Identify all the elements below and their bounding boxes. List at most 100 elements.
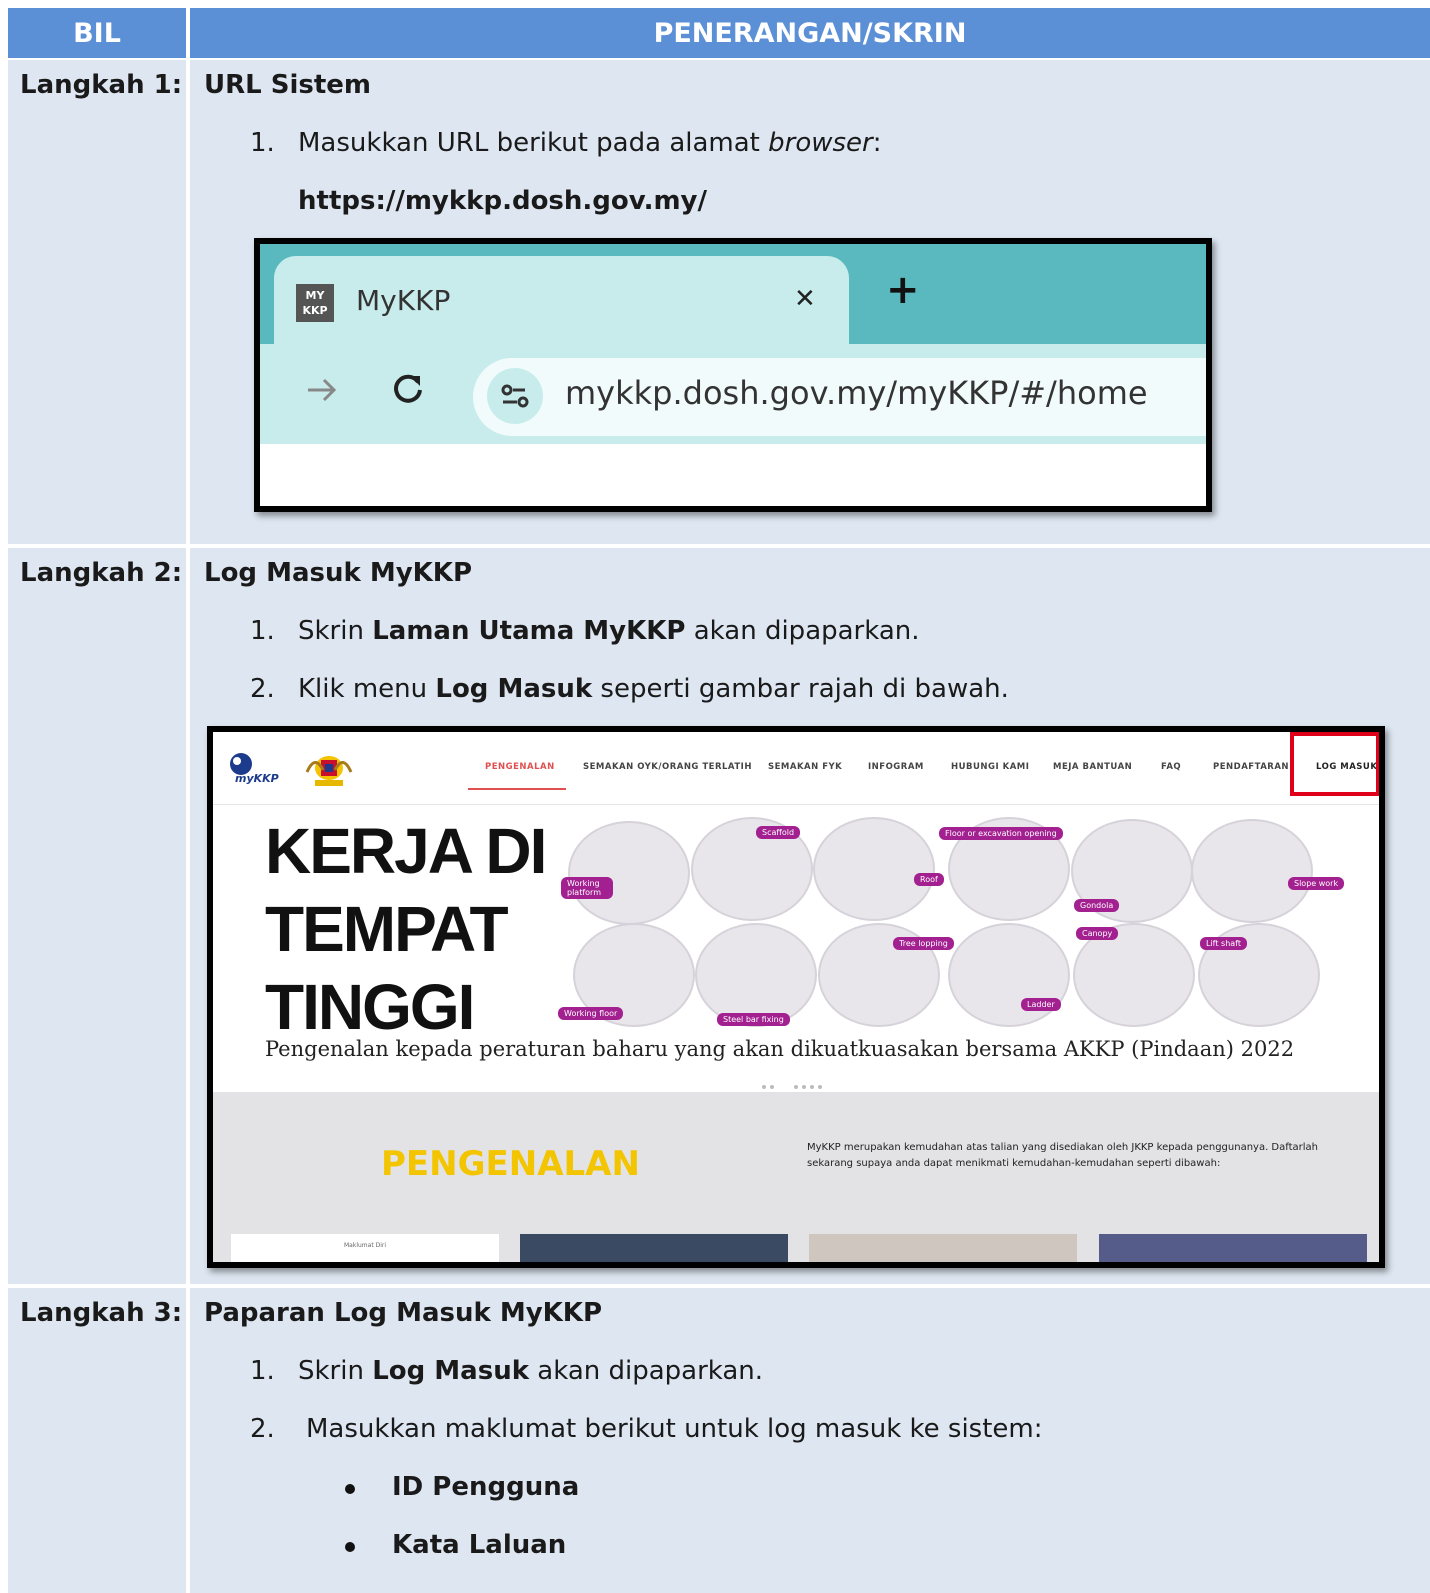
step1-item1-suffix: :: [872, 128, 882, 158]
step3-content-cell: Paparan Log Masuk MyKKP 1. Skrin Log Mas…: [190, 1288, 1430, 1593]
carousel-dots[interactable]: [761, 1075, 841, 1089]
site-settings-icon[interactable]: [487, 368, 543, 424]
banner-line-2: TEMPAT: [265, 893, 509, 965]
mykkp-favicon: MY KKP: [296, 284, 334, 322]
step1-item1-text: Masukkan URL berikut pada alamat browser…: [298, 128, 882, 158]
mykkp-homepage-screenshot: myKKP PENGENALAN SEMAKAN OYK/ORANG TERLA…: [207, 726, 1385, 1268]
url-field[interactable]: mykkp.dosh.gov.my/myKKP/#/home: [473, 358, 1206, 436]
logo-text: myKKP: [235, 772, 279, 785]
tag-ladder: Ladder: [1021, 998, 1061, 1011]
step3-label: Langkah 3:: [20, 1298, 183, 1328]
illustration-circle: [813, 817, 935, 921]
step2-item1-post: akan dipaparkan.: [685, 616, 920, 646]
tag-working-platform: Working platform: [561, 877, 613, 899]
step2-item2-number: 2.: [250, 674, 275, 704]
step1-title: URL Sistem: [204, 70, 372, 100]
pengenalan-section: PENGENALAN MyKKP merupakan kemudahan ata…: [213, 1092, 1379, 1262]
jata-negara-logo: [301, 750, 357, 790]
browser-address-bar: mykkp.dosh.gov.my/myKKP/#/home: [260, 344, 1206, 444]
banner: KERJA DI TEMPAT TINGGI Working platform …: [213, 805, 1379, 1090]
step3-item1-post: akan dipaparkan.: [529, 1356, 764, 1386]
step3-label-cell: Langkah 3:: [8, 1288, 186, 1593]
tag-lift-shaft: Lift shaft: [1200, 937, 1247, 950]
step3-title: Paparan Log Masuk MyKKP: [204, 1298, 602, 1328]
step3-item1-number: 1.: [250, 1356, 275, 1386]
tag-floor-opening: Floor or excavation opening: [939, 827, 1063, 840]
illustration-circle: [1191, 819, 1313, 923]
step1-label: Langkah 1:: [20, 70, 183, 100]
tag-roof: Roof: [914, 873, 944, 886]
tag-steel-bar-fixing: Steel bar fixing: [717, 1013, 790, 1026]
bullet-id-pengguna: ID Pengguna: [392, 1472, 580, 1502]
step2-item1-bold: Laman Utama MyKKP: [372, 616, 686, 646]
step2-title: Log Masuk MyKKP: [204, 558, 473, 588]
favicon-line2: KKP: [302, 304, 328, 317]
step1-label-cell: Langkah 1:: [8, 60, 186, 544]
nav-hubungi-kami[interactable]: HUBUNGI KAMI: [951, 762, 1029, 772]
bullet-dot: [345, 1542, 355, 1552]
tag-slope-work: Slope work: [1288, 877, 1345, 890]
feature-card[interactable]: [520, 1234, 788, 1262]
step1-item1-prefix: Masukkan URL berikut pada alamat: [298, 128, 769, 158]
step3-item2-text: Masukkan maklumat berikut untuk log masu…: [306, 1414, 1043, 1444]
step2-item1-pre: Skrin: [298, 616, 373, 646]
nav-semakan-fyk[interactable]: SEMAKAN FYK: [768, 762, 842, 772]
step2-item2-post: seperti gambar rajah di bawah.: [592, 674, 1009, 704]
step2-item2-bold: Log Masuk: [435, 674, 593, 704]
step2-item2-pre: Klik menu: [298, 674, 436, 704]
card-title: Maklumat Diri: [344, 1242, 386, 1249]
banner-line-1: KERJA DI: [265, 815, 547, 887]
nav-pengenalan[interactable]: PENGENALAN: [485, 762, 555, 772]
step3-item1-pre: Skrin: [298, 1356, 373, 1386]
feature-card[interactable]: [1099, 1234, 1367, 1262]
site-navbar: myKKP PENGENALAN SEMAKAN OYK/ORANG TERLA…: [213, 732, 1379, 805]
favicon-line1: MY: [305, 289, 325, 302]
tag-gondola: Gondola: [1074, 899, 1120, 912]
banner-line-3: TINGGI: [265, 971, 475, 1043]
reload-icon[interactable]: [388, 368, 428, 408]
nav-active-underline: [468, 788, 566, 790]
step3-item1-bold: Log Masuk: [372, 1356, 530, 1386]
step2-item1-text: Skrin Laman Utama MyKKP akan dipaparkan.: [298, 616, 920, 646]
tag-scaffold: Scaffold: [756, 826, 801, 839]
nav-infogram[interactable]: INFOGRAM: [868, 762, 924, 772]
log-masuk-highlight-box: [1290, 732, 1379, 796]
browser-screenshot: MY KKP MyKKP ✕ + mykkp.dosh.gov.my/myKKP…: [254, 238, 1212, 512]
bullet-kata-laluan: Kata Laluan: [392, 1530, 567, 1560]
step1-item1-number: 1.: [250, 128, 275, 158]
step2-label: Langkah 2:: [20, 558, 183, 588]
step1-url[interactable]: https://mykkp.dosh.gov.my/: [298, 186, 707, 216]
nav-faq[interactable]: FAQ: [1161, 762, 1181, 772]
header-bil: BIL: [8, 8, 186, 58]
step1-item1-italic: browser: [768, 128, 873, 158]
browser-tab-bar: MY KKP MyKKP ✕ +: [260, 244, 1206, 356]
illustration-circle: [695, 923, 817, 1027]
nav-meja-bantuan[interactable]: MEJA BANTUAN: [1053, 762, 1132, 772]
url-text: mykkp.dosh.gov.my/myKKP/#/home: [565, 374, 1148, 412]
section-title: PENGENALAN: [381, 1144, 640, 1184]
step2-item1-number: 1.: [250, 616, 275, 646]
step2-label-cell: Langkah 2:: [8, 548, 186, 1284]
section-text: MyKKP merupakan kemudahan atas talian ya…: [807, 1142, 1319, 1169]
header-penerangan: PENERANGAN/SKRIN: [190, 8, 1430, 58]
browser-tab[interactable]: MY KKP MyKKP ✕: [274, 256, 849, 356]
new-tab-icon[interactable]: +: [886, 270, 920, 310]
feature-card[interactable]: [809, 1234, 1077, 1262]
close-tab-icon[interactable]: ✕: [794, 284, 816, 314]
step3-item2-number: 2.: [250, 1414, 275, 1444]
illustration-circle: [948, 923, 1070, 1027]
banner-caption: Pengenalan kepada peraturan baharu yang …: [265, 1037, 1295, 1061]
forward-arrow-icon[interactable]: [302, 370, 342, 410]
illustration-circle: [568, 821, 690, 925]
step2-item2-text: Klik menu Log Masuk seperti gambar rajah…: [298, 674, 1009, 704]
step3-item1-text: Skrin Log Masuk akan dipaparkan.: [298, 1356, 763, 1386]
mykkp-logo[interactable]: myKKP: [229, 752, 291, 786]
tab-title: MyKKP: [356, 284, 451, 317]
nav-pendaftaran[interactable]: PENDAFTARAN: [1213, 762, 1289, 772]
tag-working-floor: Working floor: [558, 1007, 624, 1020]
tag-tree-lopping: Tree lopping: [893, 937, 954, 950]
nav-semakan-oyk[interactable]: SEMAKAN OYK/ORANG TERLATIH: [583, 762, 752, 772]
tag-canopy: Canopy: [1076, 927, 1119, 940]
feature-card[interactable]: Maklumat Diri: [231, 1234, 499, 1262]
bullet-dot: [345, 1484, 355, 1494]
